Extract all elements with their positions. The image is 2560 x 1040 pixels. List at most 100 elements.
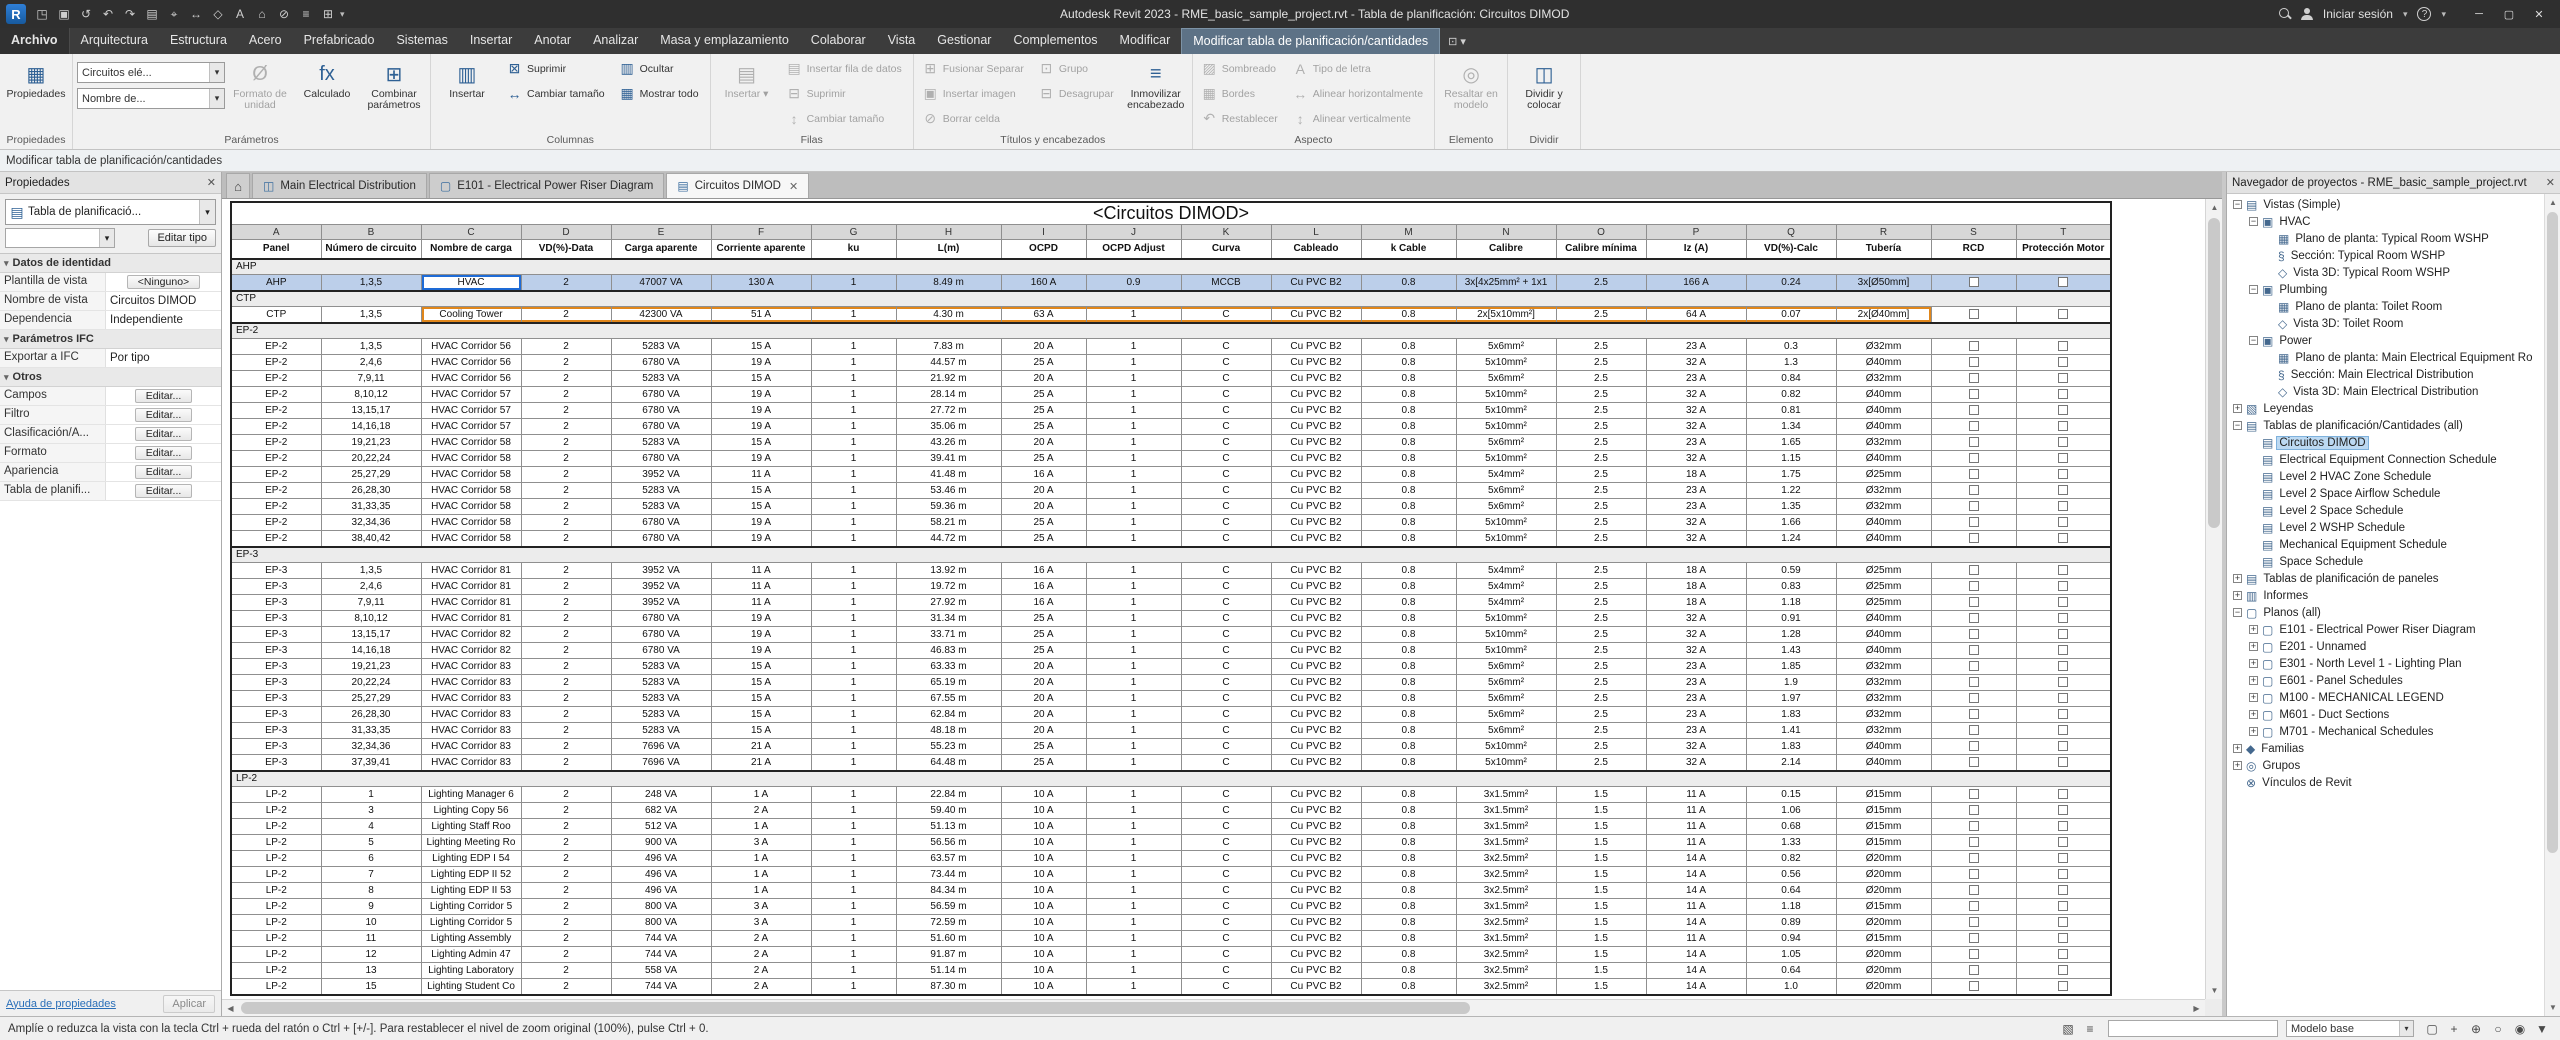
cell-T[interactable] <box>2015 658 2112 675</box>
cell-C[interactable]: HVAC Corridor 58 <box>420 450 522 467</box>
cell-C[interactable]: HVAC Corridor 81 <box>420 610 522 627</box>
cell-J[interactable]: 1 <box>1085 674 1182 691</box>
cell-F[interactable]: 3 A <box>710 834 812 851</box>
section-header-row-ahp[interactable]: AHP <box>230 257 2112 275</box>
column-header-corriente-aparente[interactable]: Corriente aparente <box>710 239 812 260</box>
cell-S[interactable] <box>1930 882 2017 899</box>
cell-S[interactable] <box>1930 450 2017 467</box>
cell-G[interactable]: 1 <box>810 562 897 579</box>
motor-protection-checkbox[interactable] <box>2058 389 2069 400</box>
rcd-checkbox[interactable] <box>1968 357 1979 368</box>
cell-M[interactable]: 0.8 <box>1360 834 1457 851</box>
scroll-right-icon[interactable]: ▶ <box>2188 1000 2205 1016</box>
rcd-checkbox[interactable] <box>1968 725 1979 736</box>
cell-N[interactable]: 5x6mm² <box>1455 690 1557 707</box>
tree-item-v-nculos-de-revit[interactable]: ⊗ Vínculos de Revit <box>2229 774 2543 791</box>
cell-B[interactable]: 19,21,23 <box>320 434 422 451</box>
cell-P[interactable]: 166 A <box>1645 274 1747 291</box>
cell-S[interactable] <box>1930 706 2017 723</box>
cell-J[interactable]: 1 <box>1085 882 1182 899</box>
cell-J[interactable]: 1 <box>1085 642 1182 659</box>
cell-N[interactable]: 5x6mm² <box>1455 658 1557 675</box>
cell-A[interactable]: EP-3 <box>230 562 322 579</box>
cell-D[interactable]: 2 <box>520 450 612 467</box>
cell-I[interactable]: 10 A <box>1000 914 1087 931</box>
cell-Q[interactable]: 1.22 <box>1745 482 1837 499</box>
menu-tab-colaborar[interactable]: Colaborar <box>800 28 877 54</box>
cell-I[interactable]: 10 A <box>1000 898 1087 915</box>
cell-L[interactable]: Cu PVC B2 <box>1270 498 1362 515</box>
motor-protection-checkbox[interactable] <box>2058 853 2069 864</box>
motor-protection-checkbox[interactable] <box>2058 661 2069 672</box>
cell-L[interactable]: Cu PVC B2 <box>1270 306 1362 323</box>
cell-E[interactable]: 3952 VA <box>610 578 712 595</box>
cell-N[interactable]: 3x1.5mm² <box>1455 930 1557 947</box>
cell-T[interactable] <box>2015 834 2112 851</box>
cell-K[interactable]: C <box>1180 594 1272 611</box>
motor-protection-checkbox[interactable] <box>2058 837 2069 848</box>
cell-G[interactable]: 1 <box>810 738 897 755</box>
tree-item-e101-electrical-power-riser-diagram[interactable]: + ▢ E101 - Electrical Power Riser Diagram <box>2229 621 2543 638</box>
schedule-view-canvas[interactable]: <Circuitos DIMOD> A B C D E F G H I J K L M N O P Q R S T Pan… <box>222 198 2222 1016</box>
cell-O[interactable]: 2.5 <box>1555 754 1647 771</box>
cell-Q[interactable]: 1.3 <box>1745 354 1837 371</box>
cell-N[interactable]: 5x6mm² <box>1455 722 1557 739</box>
cell-A[interactable]: EP-3 <box>230 642 322 659</box>
cell-C[interactable]: HVAC Corridor 58 <box>420 466 522 483</box>
cell-J[interactable]: 1 <box>1085 418 1182 435</box>
cell-J[interactable]: 1 <box>1085 530 1182 547</box>
cell-O[interactable]: 2.5 <box>1555 402 1647 419</box>
doc-tab-e101-electrical-power-riser-diagram[interactable]: ▢ E101 - Electrical Power Riser Diagram <box>428 173 665 198</box>
expand-icon[interactable]: + <box>2249 710 2258 719</box>
tree-item-plano-de-planta-main-electrical-equipment-ro[interactable]: ▦ Plano de planta: Main Electrical Equipm… <box>2229 349 2543 366</box>
cell-S[interactable] <box>1930 578 2017 595</box>
cell-N[interactable]: 3x2.5mm² <box>1455 962 1557 979</box>
cell-K[interactable]: C <box>1180 882 1272 899</box>
column-letter-E[interactable]: E <box>610 224 712 240</box>
cell-C[interactable]: Lighting Student Co <box>420 978 522 995</box>
cell-P[interactable]: 11 A <box>1645 802 1747 819</box>
cell-A[interactable]: LP-2 <box>230 802 322 819</box>
tree-item-circuitos-dimod[interactable]: ▤ Circuitos DIMOD <box>2229 434 2543 451</box>
cell-R[interactable]: Ø40mm <box>1835 610 1932 627</box>
cell-T[interactable] <box>2015 450 2112 467</box>
cell-Q[interactable]: 1.66 <box>1745 514 1837 531</box>
cell-B[interactable]: 7,9,11 <box>320 594 422 611</box>
tree-item-level-2-wshp-schedule[interactable]: ▤ Level 2 WSHP Schedule <box>2229 519 2543 536</box>
menu-tab-analizar[interactable]: Analizar <box>582 28 649 54</box>
column-header-calibre-m-nima[interactable]: Calibre mínima <box>1555 239 1647 260</box>
cell-Q[interactable]: 0.89 <box>1745 914 1837 931</box>
cell-D[interactable]: 2 <box>520 306 612 323</box>
cell-J[interactable]: 1 <box>1085 482 1182 499</box>
properties-help-link[interactable]: Ayuda de propiedades <box>6 998 116 1010</box>
cell-A[interactable]: EP-2 <box>230 370 322 387</box>
cell-D[interactable]: 2 <box>520 866 612 883</box>
cell-A[interactable]: CTP <box>230 306 322 323</box>
column-header-l-m[interactable]: L(m) <box>895 239 1002 260</box>
rcd-checkbox[interactable] <box>1968 677 1979 688</box>
column-letter-J[interactable]: J <box>1085 224 1182 240</box>
scroll-left-icon[interactable]: ◀ <box>222 1000 239 1016</box>
cell-K[interactable]: C <box>1180 482 1272 499</box>
revit-logo-icon[interactable]: R <box>6 4 26 24</box>
cell-E[interactable]: 800 VA <box>610 914 712 931</box>
cell-D[interactable]: 2 <box>520 690 612 707</box>
cell-I[interactable]: 25 A <box>1000 514 1087 531</box>
cell-B[interactable]: 8,10,12 <box>320 386 422 403</box>
cell-D[interactable]: 2 <box>520 626 612 643</box>
cell-R[interactable]: Ø32mm <box>1835 690 1932 707</box>
cell-N[interactable]: 5x10mm² <box>1455 386 1557 403</box>
cell-C[interactable]: Lighting Laboratory <box>420 962 522 979</box>
cell-J[interactable]: 1 <box>1085 610 1182 627</box>
cell-K[interactable]: C <box>1180 306 1272 323</box>
cell-C[interactable]: HVAC Corridor 83 <box>420 658 522 675</box>
motor-protection-checkbox[interactable] <box>2058 821 2069 832</box>
cell-I[interactable]: 20 A <box>1000 690 1087 707</box>
cell-P[interactable]: 11 A <box>1645 898 1747 915</box>
motor-protection-checkbox[interactable] <box>2058 613 2069 624</box>
cell-G[interactable]: 1 <box>810 402 897 419</box>
cell-K[interactable]: C <box>1180 898 1272 915</box>
column-header-ocpd-adjust[interactable]: OCPD Adjust <box>1085 239 1182 260</box>
property-value-button[interactable]: Editar... <box>134 408 193 422</box>
cell-D[interactable]: 2 <box>520 370 612 387</box>
